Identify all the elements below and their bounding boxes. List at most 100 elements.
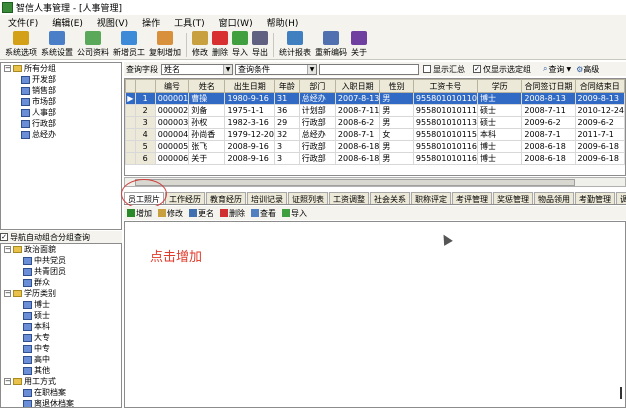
column-header[interactable]: 性别 — [379, 79, 414, 93]
table-cell[interactable]: 行政部 — [298, 152, 336, 165]
column-header[interactable]: 合同结束日 — [574, 79, 625, 93]
table-cell[interactable]: 36 — [273, 104, 300, 117]
toolbar-button[interactable]: 新增员工 — [111, 30, 147, 60]
table-cell[interactable]: 2009-6-18 — [574, 140, 625, 153]
nav-item[interactable]: 高中 — [1, 354, 121, 365]
table-row[interactable]: 5 000005 张飞 2008-9-16 3 行政部 2008-6-18 男 95580101… — [125, 140, 625, 153]
table-cell[interactable]: 955801010111 — [412, 104, 478, 117]
table-row[interactable]: 3 000003 孙权 1982-3-16 29 行政部 2008-6-2 男 95580101… — [125, 116, 625, 129]
toolbar-button[interactable]: 导入 — [230, 30, 250, 60]
table-row[interactable]: 2 000002 刘备 1975-1-1 36 计划部 2008-7-11 男 95580101… — [125, 104, 625, 117]
tree-item[interactable]: 市场部 — [1, 96, 121, 107]
toolbar-button[interactable]: 修改 — [190, 30, 210, 60]
table-cell[interactable]: 000003 — [154, 116, 190, 129]
tree-item[interactable]: 开发部 — [1, 74, 121, 85]
tab[interactable]: 培训记录 — [247, 192, 287, 204]
collapse-icon[interactable]: − — [4, 378, 11, 385]
nav-query-header[interactable]: ✓ 导航自动组合分组查询 — [0, 231, 122, 243]
table-cell[interactable]: 000001 — [154, 92, 190, 105]
sub-button[interactable]: 删除 — [220, 208, 245, 219]
toolbar-button[interactable]: 关于 — [349, 30, 369, 60]
nav-item[interactable]: 中专 — [1, 343, 121, 354]
table-cell[interactable]: 曹操 — [188, 92, 226, 105]
table-row[interactable]: 6 000006 关于 2008-9-16 3 行政部 2008-6-18 男 95580101… — [125, 152, 625, 165]
table-cell[interactable]: 博士 — [476, 140, 523, 153]
table-cell[interactable]: 2009-8-13 — [574, 92, 625, 105]
table-cell[interactable]: 关于 — [188, 152, 226, 165]
toolbar-button[interactable]: 系统选项 — [3, 30, 39, 60]
nav-item[interactable]: 硕士 — [1, 310, 121, 321]
nav-group[interactable]: − 用工方式 — [1, 376, 121, 387]
toolbar-button[interactable]: 统计报表 — [277, 30, 313, 60]
table-cell[interactable]: 计划部 — [298, 104, 336, 117]
table-cell[interactable]: 2009-6-2 — [521, 116, 576, 129]
tab[interactable]: 调动管 — [616, 192, 626, 204]
table-cell[interactable]: 总经办 — [298, 128, 336, 141]
toolbar-button[interactable]: 系统设置 — [39, 30, 75, 60]
table-cell[interactable]: 2007-8-13 — [334, 92, 381, 105]
table-cell[interactable]: 男 — [379, 140, 414, 153]
nav-item[interactable]: 群众 — [1, 277, 121, 288]
sub-button[interactable]: 查看 — [251, 208, 276, 219]
column-header[interactable]: 出生日期 — [224, 79, 275, 93]
nav-group[interactable]: − 学历类别 — [1, 288, 121, 299]
nav-item[interactable]: 离退休档案 — [1, 398, 121, 407]
column-header[interactable]: 入职日期 — [334, 79, 381, 93]
search-icon[interactable]: ⌕ — [543, 64, 547, 74]
table-cell[interactable]: 31 — [273, 92, 300, 105]
table-cell[interactable]: 女 — [379, 128, 414, 141]
tab[interactable]: 工资调整 — [329, 192, 369, 204]
tree-item[interactable]: 销售部 — [1, 85, 121, 96]
menu-item[interactable]: 窗口(W) — [219, 16, 253, 29]
table-row[interactable]: 4 000004 孙尚香 1979-12-20 32 总经办 2008-7-1 女 955801… — [125, 128, 625, 141]
table-cell[interactable]: 000005 — [154, 140, 190, 153]
sub-button[interactable]: 增加 — [127, 208, 152, 219]
search-dropdown-icon[interactable]: ▼ — [566, 66, 571, 73]
table-cell[interactable]: 2010-12-24 — [574, 104, 625, 117]
menu-item[interactable]: 文件(F) — [8, 16, 38, 29]
table-cell[interactable]: 张飞 — [188, 140, 226, 153]
collapse-icon[interactable]: − — [4, 246, 11, 253]
chevron-down-icon[interactable]: ▼ — [307, 64, 316, 74]
tab[interactable]: 社会关系 — [370, 192, 410, 204]
scrollbar-thumb[interactable] — [135, 179, 575, 186]
tab[interactable]: 教育经历 — [206, 192, 246, 204]
nav-item[interactable]: 中共党员 — [1, 255, 121, 266]
table-cell[interactable]: 博士 — [476, 92, 523, 105]
table-cell[interactable]: 29 — [273, 116, 300, 129]
table-cell[interactable]: 2008-6-2 — [334, 116, 381, 129]
only-selected-checkbox[interactable]: ✓ — [473, 65, 481, 73]
table-cell[interactable]: 2008-7-11 — [334, 104, 381, 117]
menu-item[interactable]: 工具(T) — [174, 16, 205, 29]
sub-button[interactable]: 修改 — [158, 208, 183, 219]
table-cell[interactable]: 2011-7-1 — [574, 128, 625, 141]
table-cell[interactable]: 1980-9-16 — [224, 92, 275, 105]
toolbar-button[interactable]: 导出 — [250, 30, 270, 60]
table-cell[interactable]: 000002 — [154, 104, 190, 117]
table-cell[interactable]: 1982-3-16 — [224, 116, 275, 129]
toolbar-button[interactable]: 重新编码 — [313, 30, 349, 60]
tab[interactable]: 物品领用 — [534, 192, 574, 204]
table-cell[interactable]: 2008-7-11 — [521, 104, 576, 117]
table-row[interactable]: ▶ 1 000001 曹操 1980-9-16 31 总经办 2007-8-13 男 955801… — [125, 92, 625, 105]
table-cell[interactable]: 955801010116 — [412, 140, 478, 153]
table-cell[interactable]: 1975-1-1 — [224, 104, 275, 117]
column-header[interactable]: 年龄 — [273, 79, 300, 93]
table-cell[interactable]: 1979-12-20 — [224, 128, 275, 141]
tab[interactable]: 职称评定 — [411, 192, 451, 204]
menu-item[interactable]: 编辑(E) — [52, 16, 83, 29]
table-cell[interactable]: 孙权 — [188, 116, 226, 129]
table-cell[interactable]: 男 — [379, 116, 414, 129]
tab[interactable]: 证照列表 — [288, 192, 328, 204]
show-summary-checkbox[interactable] — [423, 65, 431, 73]
table-cell[interactable]: 刘备 — [188, 104, 226, 117]
table-cell[interactable]: 2008-8-13 — [521, 92, 576, 105]
column-header[interactable]: 姓名 — [188, 79, 226, 93]
query-text-input[interactable] — [319, 63, 419, 75]
chevron-down-icon[interactable]: ▼ — [223, 64, 232, 74]
tree-item[interactable]: 行政部 — [1, 118, 121, 129]
column-header[interactable]: 学历 — [476, 79, 523, 93]
search-button[interactable]: 查询 — [548, 64, 564, 75]
nav-item[interactable]: 本科 — [1, 321, 121, 332]
column-header[interactable]: 部门 — [298, 79, 336, 93]
